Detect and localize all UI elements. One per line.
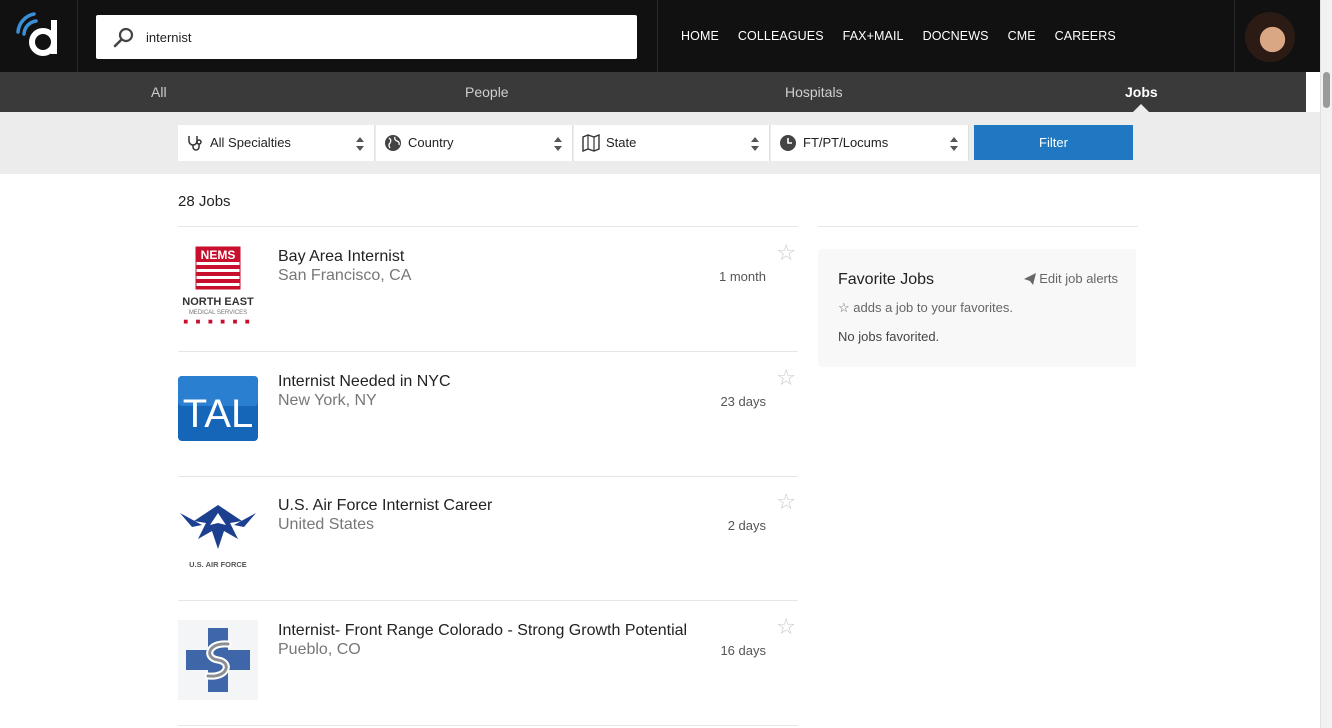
- favorite-hint: ☆ adds a job to your favorites.: [838, 300, 1013, 316]
- job-title[interactable]: Internist- Front Range Colorado - Strong…: [278, 622, 687, 640]
- filter-button[interactable]: Filter: [974, 125, 1133, 160]
- globe-icon: [385, 135, 401, 151]
- search-box: [96, 15, 637, 59]
- job-type-label: FT/PT/Locums: [803, 135, 889, 150]
- results-count: 28 Jobs: [178, 193, 231, 210]
- favorite-star-icon[interactable]: ☆: [776, 615, 796, 640]
- state-label: State: [606, 135, 637, 150]
- select-arrows-icon: [356, 137, 364, 151]
- favorite-jobs-panel: Favorite Jobs Edit job alerts ☆ adds a j…: [818, 249, 1136, 367]
- divider: [818, 226, 1138, 227]
- map-icon: [582, 134, 600, 152]
- nems-logo-name: NORTH EAST: [182, 296, 254, 308]
- job-type-select[interactable]: FT/PT/Locums: [771, 125, 969, 161]
- job-title[interactable]: Internist Needed in NYC: [278, 373, 451, 391]
- active-tab-caret: [1133, 104, 1149, 112]
- job-age: 23 days: [720, 394, 766, 409]
- job-listing[interactable]: Internist- Front Range Colorado - Strong…: [178, 601, 798, 726]
- favorite-star-icon[interactable]: ☆: [776, 241, 796, 266]
- star-outline-icon: ☆: [838, 300, 850, 315]
- job-listing[interactable]: U.S. AIR FORCE U.S. Air Force Internist …: [178, 476, 798, 601]
- tal-logo-text: TAL: [183, 392, 253, 436]
- nems-logo-subtitle: MEDICAL SERVICES: [189, 310, 247, 316]
- search-tabs: All People Hospitals Jobs: [0, 72, 1306, 112]
- select-arrows-icon: [950, 137, 958, 151]
- edit-job-alerts-label: Edit job alerts: [1039, 271, 1118, 286]
- job-title[interactable]: U.S. Air Force Internist Career: [278, 497, 492, 515]
- job-listing[interactable]: TAL Internist Needed in NYC New York, NY…: [178, 352, 798, 477]
- paper-plane-icon: [1024, 273, 1037, 285]
- tab-all[interactable]: All: [151, 72, 167, 112]
- country-label: Country: [408, 135, 454, 150]
- nems-logo: NEMS NORTH EAST MEDICAL SERVICES ■ ■ ■ ■…: [182, 246, 254, 325]
- no-favorites-text: No jobs favorited.: [838, 329, 940, 344]
- nav-cme[interactable]: CME: [1008, 29, 1036, 43]
- select-arrows-icon: [751, 137, 759, 151]
- top-bar: HOME COLLEAGUES FAX+MAIL DOCNEWS CME CAR…: [0, 0, 1320, 72]
- avatar[interactable]: [1245, 12, 1295, 62]
- job-age: 16 days: [720, 643, 766, 658]
- cross-s-logo: [178, 620, 258, 700]
- nav-divider: [1234, 0, 1235, 72]
- job-age: 1 month: [719, 269, 766, 284]
- logo-icon: [16, 12, 57, 56]
- tab-people[interactable]: People: [465, 72, 509, 112]
- nav-home[interactable]: HOME: [681, 29, 719, 43]
- nav-careers[interactable]: CAREERS: [1055, 29, 1116, 43]
- air-force-logo-text: U.S. AIR FORCE: [189, 560, 247, 569]
- nems-logo-text: NEMS: [201, 248, 236, 262]
- tab-hospitals[interactable]: Hospitals: [785, 72, 843, 112]
- search-input[interactable]: [146, 15, 626, 59]
- main-nav: HOME COLLEAGUES FAX+MAIL DOCNEWS CME CAR…: [681, 0, 1135, 72]
- svg-text:■ ■ ■ ■ ■ ■: ■ ■ ■ ■ ■ ■: [183, 319, 252, 325]
- job-age: 2 days: [727, 518, 766, 533]
- edit-job-alerts-link[interactable]: Edit job alerts: [1024, 271, 1118, 286]
- nav-divider: [657, 0, 658, 72]
- job-location: United States: [278, 516, 375, 533]
- nav-fax-mail[interactable]: FAX+MAIL: [843, 29, 904, 43]
- favorite-star-icon[interactable]: ☆: [776, 366, 796, 391]
- us-air-force-logo: U.S. AIR FORCE: [180, 505, 256, 569]
- select-arrows-icon: [554, 137, 562, 151]
- clock-icon: [780, 135, 796, 151]
- job-location: Pueblo, CO: [278, 641, 361, 658]
- tal-logo: TAL: [178, 376, 258, 441]
- scrollbar-thumb[interactable]: [1323, 72, 1330, 108]
- state-select[interactable]: State: [574, 125, 770, 161]
- favorite-jobs-heading: Favorite Jobs: [838, 271, 935, 288]
- job-title[interactable]: Bay Area Internist: [278, 248, 404, 266]
- specialty-label: All Specialties: [210, 135, 291, 150]
- search-icon: [113, 27, 134, 48]
- job-location: New York, NY: [278, 392, 377, 409]
- logo[interactable]: [0, 0, 78, 72]
- favorite-hint-text: adds a job to your favorites.: [853, 300, 1013, 315]
- favorite-star-icon[interactable]: ☆: [776, 490, 796, 515]
- nav-colleagues[interactable]: COLLEAGUES: [738, 29, 824, 43]
- nav-docnews[interactable]: DOCNEWS: [923, 29, 989, 43]
- scrollbar-track[interactable]: [1320, 0, 1332, 728]
- job-listing[interactable]: NEMS NORTH EAST MEDICAL SERVICES ■ ■ ■ ■…: [178, 227, 798, 352]
- specialty-select[interactable]: All Specialties: [178, 125, 375, 161]
- stethoscope-icon: [188, 136, 202, 151]
- country-select[interactable]: Country: [376, 125, 573, 161]
- filter-bar: All Specialties Country State FT/PT/Locu: [0, 112, 1320, 174]
- job-location: San Francisco, CA: [278, 267, 412, 284]
